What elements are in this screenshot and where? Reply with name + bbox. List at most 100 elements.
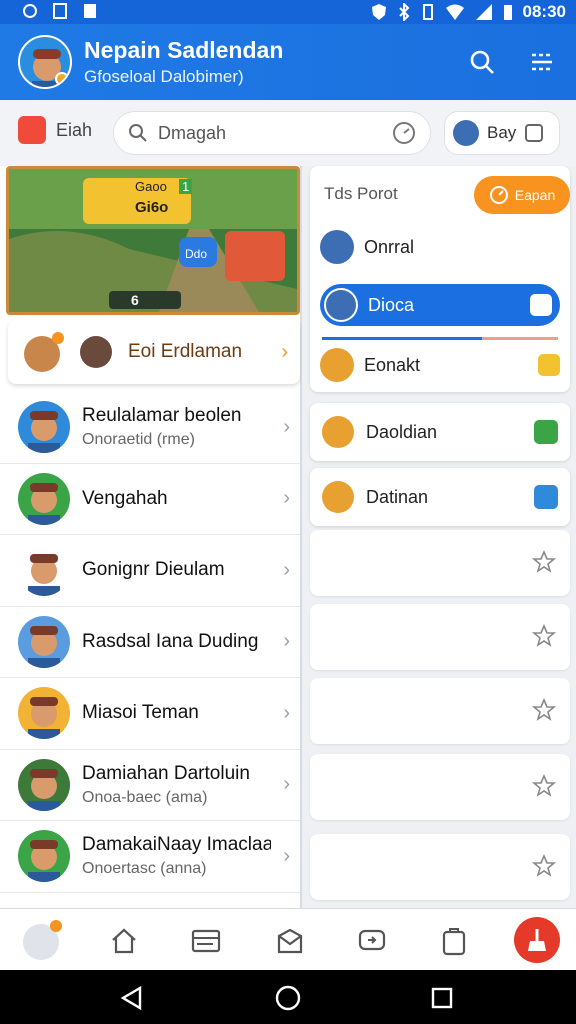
recents-button[interactable] [426, 982, 458, 1014]
contact-name: DamakaiNaay Imaclaa [82, 834, 272, 856]
contact-row[interactable]: Miasoi Teman › [0, 678, 300, 750]
avatar [23, 920, 62, 960]
status-bar: 08:30 [0, 0, 576, 24]
battery-icon [503, 5, 512, 20]
chat-filter-chip[interactable]: Eiah [18, 116, 92, 144]
nav-home[interactable] [104, 921, 144, 961]
back-button[interactable] [116, 982, 148, 1014]
wallet-icon [442, 928, 466, 956]
empty-slot[interactable] [310, 834, 570, 900]
account-chip[interactable]: Bay [444, 111, 560, 155]
home-button[interactable] [272, 982, 304, 1014]
avatar [322, 481, 354, 513]
card-icon [18, 116, 46, 144]
contact-name: Reulalamar beolen [82, 405, 242, 427]
contact-name: Gonignr Dieulam [82, 559, 225, 581]
avatar [320, 230, 354, 264]
chevron-right-icon: › [283, 701, 290, 724]
contact-status: Onoraetid (rme) [82, 431, 195, 449]
empty-slot[interactable] [310, 604, 570, 670]
nav-chat[interactable] [352, 921, 392, 961]
avatar [322, 416, 354, 448]
avatar [18, 472, 70, 525]
recents-icon [431, 987, 453, 1009]
menu-button[interactable] [524, 44, 560, 80]
avatar [18, 830, 70, 883]
star-icon[interactable] [532, 774, 556, 798]
contact-name: Vengahah [82, 487, 168, 509]
image-icon [84, 4, 96, 18]
featured-contact[interactable]: Eoi Erdlaman › [8, 320, 300, 384]
featured-contact-name: Eoi Erdlaman [128, 341, 243, 362]
contact-row[interactable]: Reulalamar beolen Onoraetid (rme) › [0, 392, 300, 464]
chat-icon [358, 929, 386, 951]
avatar [320, 348, 354, 382]
bluetooth-icon [398, 3, 409, 21]
game-chip-label: Ddo [185, 247, 208, 261]
star-icon[interactable] [532, 550, 556, 574]
system-navigation-bar [0, 970, 576, 1024]
star-icon[interactable] [532, 698, 556, 722]
nav-clean-button[interactable] [514, 917, 560, 963]
back-icon [120, 985, 142, 1011]
page-title: Nepain Sadlendan [84, 37, 284, 63]
contact-row[interactable]: DamakaiNaay Imaclaa Onoertasc (anna) › [0, 821, 300, 893]
side-card[interactable]: Daoldian [310, 403, 570, 461]
avatar [18, 615, 70, 668]
badge-icon [534, 485, 558, 509]
empty-slot[interactable] [310, 754, 570, 820]
nav-wallet[interactable] [434, 921, 474, 961]
game-preview-card[interactable]: Gaoo 1 Gi6o Ddo 6 [6, 166, 300, 315]
open-button[interactable]: Eapan [474, 176, 570, 214]
circle-home-icon [275, 985, 301, 1011]
profile-avatar[interactable] [18, 35, 72, 89]
contact-status: Onoertasc (anna) [82, 860, 207, 878]
panel-row[interactable]: Onrral [320, 226, 560, 268]
reply-icon [530, 294, 552, 316]
panel-row[interactable]: Eonakt [320, 344, 560, 386]
nav-profile[interactable] [18, 917, 64, 963]
list-icon [532, 53, 552, 71]
contact-list: Reulalamar beolen Onoraetid (rme) › Vengaha… [0, 392, 300, 893]
shield-icon [371, 4, 386, 20]
search-button[interactable] [464, 44, 500, 80]
chevron-right-icon: › [283, 844, 290, 867]
contact-name: Damiahan Dartoluin [82, 762, 250, 784]
chevron-right-icon: › [283, 558, 290, 581]
clock-icon[interactable] [392, 121, 416, 145]
clock-icon [489, 186, 508, 204]
contact-row[interactable]: Gonignr Dieulam › [0, 535, 300, 607]
chevron-right-icon: › [283, 773, 290, 796]
search-placeholder: Dmagah [158, 122, 227, 143]
note-icon [53, 3, 67, 19]
wifi-icon [445, 4, 464, 20]
contact-row[interactable]: Rasdsal Iana Duding › [0, 607, 300, 678]
avatar [18, 687, 70, 740]
contact-row[interactable]: Damiahan Dartoluin Onoa-baec (ama) › [0, 750, 300, 821]
avatar [24, 332, 64, 372]
search-input[interactable]: Dmagah [113, 111, 431, 155]
search-icon [129, 124, 147, 142]
empty-slot[interactable] [310, 678, 570, 744]
game-badge-label: Gaoo [135, 179, 167, 194]
game-counter: 6 [131, 292, 139, 308]
star-icon[interactable] [532, 624, 556, 648]
contact-row[interactable]: Vengahah › [0, 464, 300, 535]
nav-mail[interactable] [270, 921, 310, 961]
chevron-right-icon: › [281, 340, 288, 363]
progress-bar [322, 337, 558, 340]
star-icon[interactable] [532, 854, 556, 878]
nav-list[interactable] [186, 921, 226, 961]
mail-icon [277, 928, 303, 954]
game-score-label: Gi6o [135, 199, 169, 216]
panel-row-selected[interactable]: Dioca [320, 284, 560, 326]
page-subtitle: Gfoseloal Dalobimer) [84, 67, 244, 86]
contact-status: Onoa-baec (ama) [82, 788, 208, 806]
side-panel-column: Tds Porot Eapan Onrral Dioca Eonakt Daol… [302, 166, 576, 908]
side-card[interactable]: Datinan [310, 468, 570, 526]
empty-slot[interactable] [310, 530, 570, 596]
panel-title: Tds Porot [324, 184, 398, 203]
home-icon [112, 928, 136, 954]
avatar [324, 288, 358, 322]
contact-name: Miasoi Teman [82, 702, 199, 724]
